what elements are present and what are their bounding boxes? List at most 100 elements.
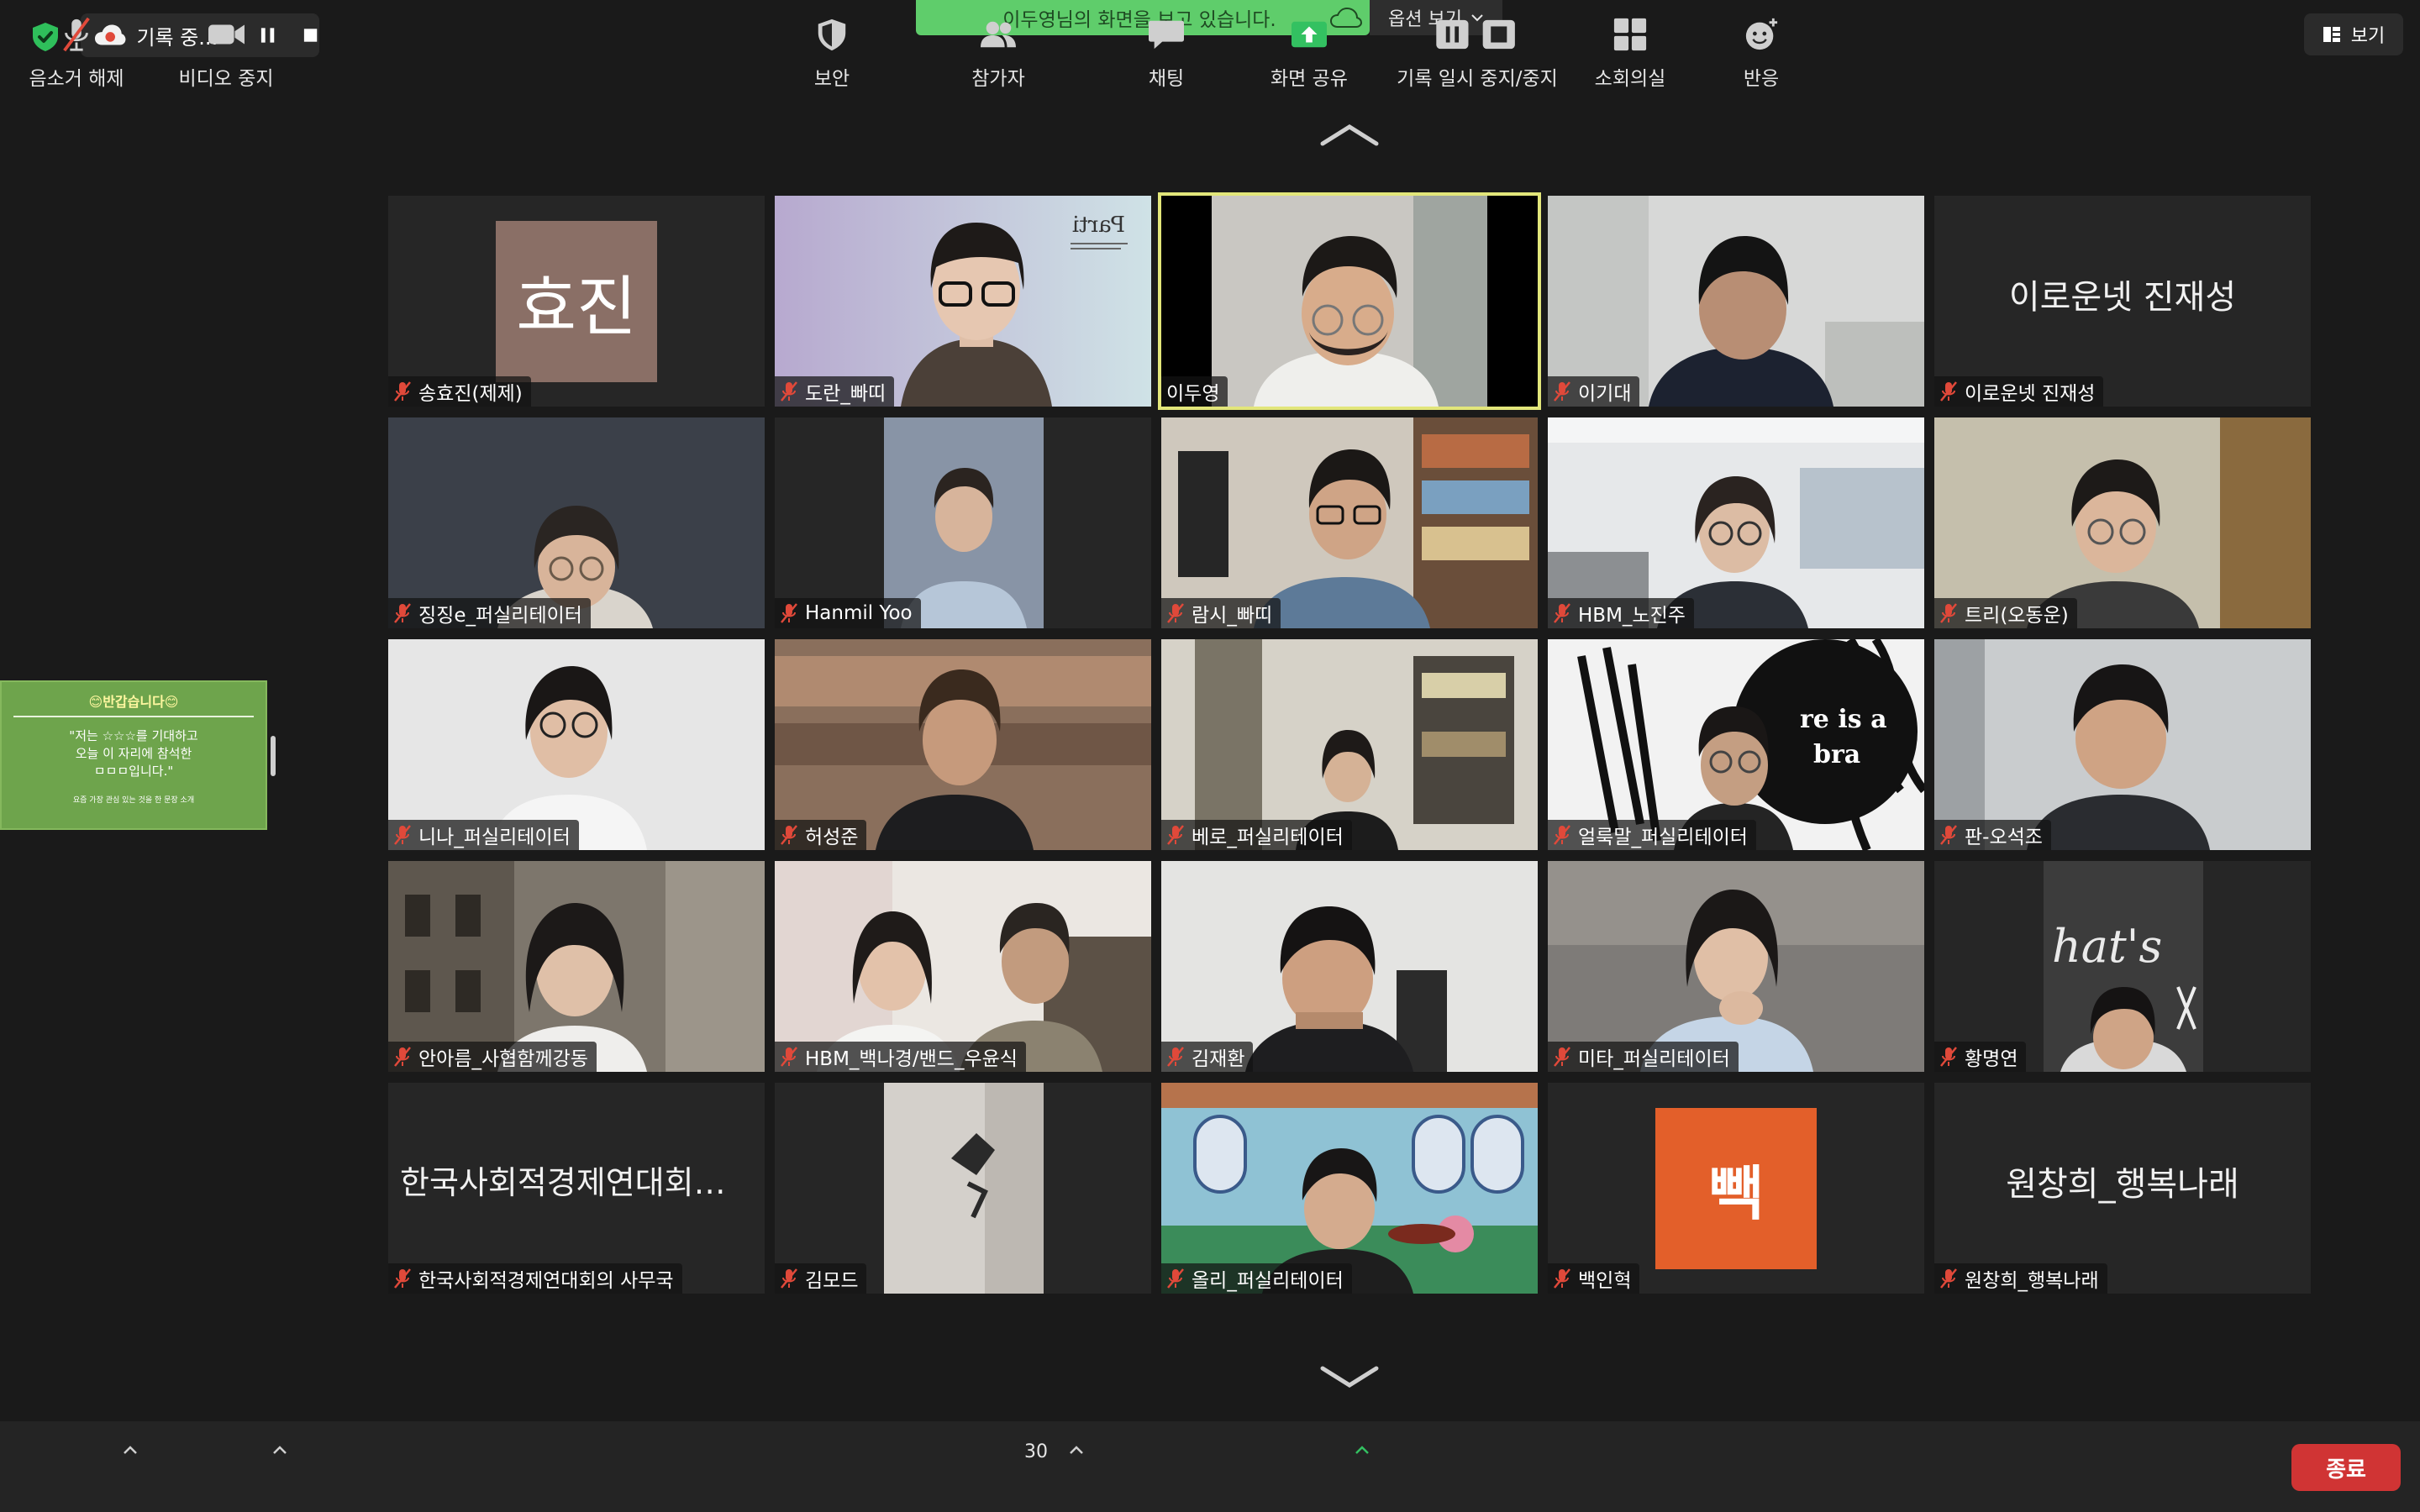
layout-icon	[2323, 27, 2340, 42]
participant-tile[interactable]: 김모드	[775, 1083, 1151, 1294]
participant-video	[388, 417, 765, 628]
participant-name-tag: 베로_퍼실리테이터	[1161, 820, 1352, 850]
muted-mic-icon	[394, 603, 411, 623]
participant-video	[1934, 639, 2311, 850]
stop-video-button[interactable]: 비디오 중지	[171, 0, 281, 91]
participant-tile[interactable]: 효진 송효진(제제)	[388, 196, 765, 407]
participant-name: 이로운넷 진재성	[1965, 383, 2096, 405]
participant-tile[interactable]: 베로_퍼실리테이터	[1161, 639, 1538, 850]
chat-label: 채팅	[1148, 68, 1185, 90]
card-line-1: "저는 ☆☆☆를 기대하고	[69, 728, 198, 743]
participant-video	[1161, 639, 1538, 850]
participants-options-caret-icon[interactable]	[1069, 1445, 1084, 1455]
participant-tile[interactable]: 징징e_퍼실리테이터	[388, 417, 765, 628]
muted-mic-icon	[1940, 1047, 1957, 1067]
participant-tile[interactable]: HBM_백나경/밴드_우윤식	[775, 861, 1151, 1072]
breakout-rooms-label: 소회의실	[1594, 68, 1666, 90]
participant-name: 올리_퍼실리테이터	[1192, 1270, 1344, 1292]
participant-name: 김모드	[805, 1270, 859, 1292]
avatar: 빽	[1655, 1108, 1817, 1269]
unmute-label: 음소거 해제	[29, 68, 124, 90]
participant-tile[interactable]: 원창희_행복나래 원창희_행복나래	[1934, 1083, 2311, 1294]
video-options-caret-icon[interactable]	[272, 1445, 287, 1455]
avatar-text: 빽	[1708, 1158, 1764, 1228]
participant-tile[interactable]: Hanmil Yoo	[775, 417, 1151, 628]
participant-tile[interactable]: 이로운넷 진재성 이로운넷 진재성	[1934, 196, 2311, 407]
participant-name-tag: 이기대	[1548, 376, 1640, 407]
participant-display-name: 한국사회적경제연대회의...	[400, 1164, 754, 1201]
participant-name-tag: 미타_퍼실리테이터	[1548, 1042, 1739, 1072]
participant-video	[1161, 417, 1538, 628]
participant-video	[1548, 861, 1924, 1072]
participant-name-tag: 니나_퍼실리테이터	[388, 820, 579, 850]
muted-mic-icon	[781, 1047, 797, 1067]
gallery-view: 효진 송효진(제제) Parti 도란_빠띠 이두영 이기대 이로운넷 진재성 …	[388, 192, 2312, 1294]
participant-tile[interactable]: HBM_노진주	[1548, 417, 1924, 628]
participant-name-tag: 트리(오동운)	[1934, 598, 2077, 628]
share-screen-button[interactable]: 화면 공유	[1250, 0, 1368, 91]
participant-tile[interactable]: 한국사회적경제연대회의... 한국사회적경제연대회의 사무국	[388, 1083, 765, 1294]
participant-tile[interactable]: 트리(오동운)	[1934, 417, 2311, 628]
breakout-rooms-icon	[1613, 18, 1647, 51]
participant-tile[interactable]: 판-오석조	[1934, 639, 2311, 850]
participant-tile[interactable]: re is a bra 얼룩말_퍼실리테이터	[1548, 639, 1924, 850]
participant-tile[interactable]: 미타_퍼실리테이터	[1548, 861, 1924, 1072]
participant-name-tag: 람시_빠띠	[1161, 598, 1281, 628]
participant-name-tag: 황명연	[1934, 1042, 2027, 1072]
stop-video-label: 비디오 중지	[178, 68, 274, 90]
participant-name: HBM_노진주	[1578, 605, 1686, 627]
participant-name-tag: 올리_퍼실리테이터	[1161, 1263, 1352, 1294]
reactions-label: 반응	[1743, 68, 1780, 90]
scene-text: bra	[1813, 740, 1861, 769]
recording-controls-label: 기록 일시 중지/중지	[1397, 68, 1558, 90]
participant-name-tag: 얼룩말_퍼실리테이터	[1548, 820, 1756, 850]
participant-tile[interactable]: 김재환	[1161, 861, 1538, 1072]
participant-tile[interactable]: Parti 도란_빠띠	[775, 196, 1151, 407]
participant-name-tag: 이두영	[1161, 376, 1228, 407]
participant-tile[interactable]: 이기대	[1548, 196, 1924, 407]
page-down-arrow-icon[interactable]	[1319, 1365, 1380, 1390]
participants-icon	[981, 21, 1016, 48]
muted-mic-icon	[1167, 1268, 1184, 1289]
muted-mic-icon	[1554, 825, 1570, 845]
audio-options-caret-icon[interactable]	[123, 1445, 138, 1455]
participant-name: 한국사회적경제연대회의 사무국	[418, 1270, 674, 1292]
unmute-button[interactable]: 음소거 해제	[22, 0, 131, 91]
participant-tile[interactable]: 허성준	[775, 639, 1151, 850]
security-button[interactable]: 보안	[781, 0, 882, 91]
participant-name: 원창희_행복나래	[1965, 1270, 2099, 1292]
shared-screen-thumbnail[interactable]: 😊반갑습니다😊 "저는 ☆☆☆를 기대하고 오늘 이 자리에 참석한 ㅁㅁㅁ입니…	[0, 680, 267, 830]
view-button[interactable]: 보기	[2304, 13, 2403, 55]
card-line-3: ㅁㅁㅁ입니다."	[93, 764, 174, 779]
participant-display-name: 원창희_행복나래	[2006, 1165, 2239, 1204]
participant-tile[interactable]: 니나_퍼실리테이터	[388, 639, 765, 850]
breakout-rooms-button[interactable]: 소회의실	[1580, 0, 1681, 91]
participant-tile[interactable]: 람시_빠띠	[1161, 417, 1538, 628]
page-up-arrow-icon[interactable]	[1319, 122, 1380, 147]
participant-video	[775, 861, 1151, 1072]
chat-button[interactable]: 채팅	[1116, 0, 1217, 91]
participant-video	[1548, 196, 1924, 407]
participant-tile[interactable]: 올리_퍼실리테이터	[1161, 1083, 1538, 1294]
stop-recording-icon[interactable]	[302, 26, 319, 45]
participant-display-name: 이로운넷 진재성	[2008, 278, 2237, 317]
recording-controls-button[interactable]: 기록 일시 중지/중지	[1395, 0, 1560, 91]
participants-count: 30	[1024, 1441, 1048, 1462]
share-options-caret-icon[interactable]	[1355, 1445, 1370, 1455]
muted-mic-icon	[1940, 381, 1957, 402]
active-speaker-tile[interactable]: 이두영	[1158, 192, 1541, 410]
reactions-button[interactable]: 반응	[1711, 0, 1812, 91]
participant-tile[interactable]: hat's 황명연	[1934, 861, 2311, 1072]
participant-name-tag: Hanmil Yoo	[775, 598, 921, 628]
participant-name-tag: 한국사회적경제연대회의 사무국	[388, 1263, 682, 1294]
participant-tile[interactable]: 빽 백인혁	[1548, 1083, 1924, 1294]
participant-video	[1161, 1083, 1538, 1294]
participant-tile[interactable]: 안아름_사협함께강동	[388, 861, 765, 1072]
participants-button[interactable]: 참가자	[948, 0, 1049, 91]
scene-text: re is a	[1800, 705, 1887, 734]
participant-name: 안아름_사협함께강동	[418, 1048, 588, 1070]
thumbnail-resize-handle[interactable]	[271, 736, 276, 776]
participant-name: Hanmil Yoo	[805, 602, 913, 624]
participant-name: 이기대	[1578, 383, 1632, 405]
end-meeting-button[interactable]: 종료	[2291, 1444, 2401, 1491]
